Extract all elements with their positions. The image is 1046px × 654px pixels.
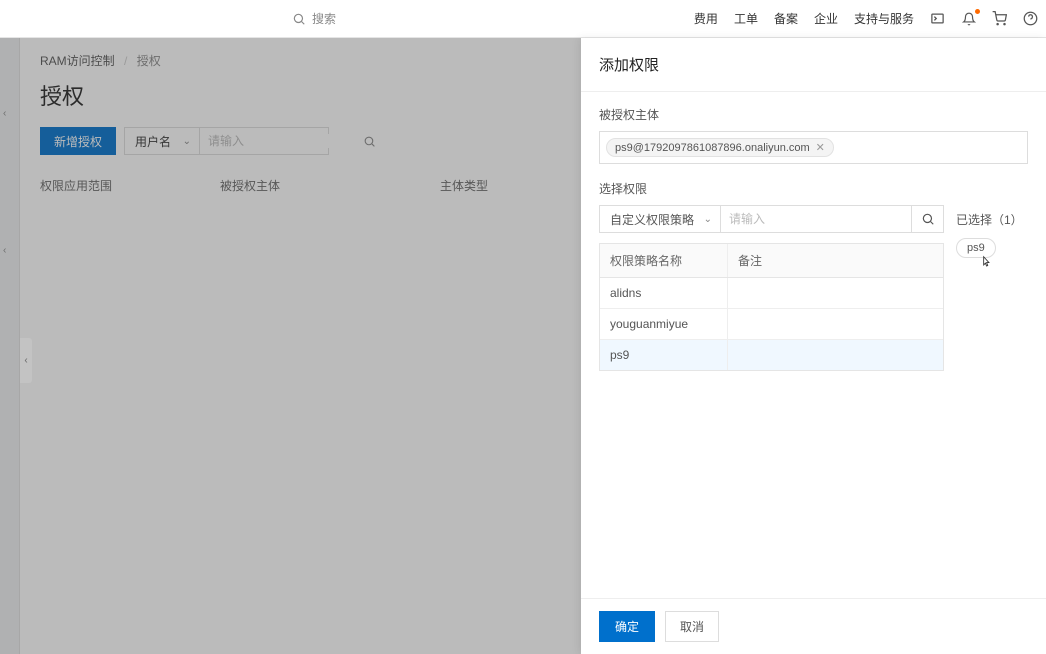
perm-row[interactable]: alidns (600, 278, 943, 309)
principal-input[interactable]: ps9@1792097861087896.onaliyun.com ✕ (599, 131, 1028, 164)
perm-cell-name: youguanmiyue (600, 309, 728, 339)
principal-tag: ps9@1792097861087896.onaliyun.com ✕ (606, 138, 834, 157)
top-nav: 搜索 费用 工单 备案 企业 支持与服务 (0, 0, 1046, 38)
selected-panel: 已选择（1） ps9 (956, 205, 1028, 371)
selected-tag[interactable]: ps9 (956, 238, 996, 258)
nav-support[interactable]: 支持与服务 (854, 10, 914, 27)
close-icon[interactable]: ✕ (816, 141, 825, 154)
nav-beian[interactable]: 备案 (774, 10, 798, 27)
perm-cell-remark (728, 278, 943, 308)
confirm-button[interactable]: 确定 (599, 611, 655, 642)
perm-search-row: 自定义权限策略 ⌄ (599, 205, 944, 233)
drawer-footer: 确定 取消 (581, 598, 1046, 654)
th-policy-name: 权限策略名称 (600, 244, 728, 277)
perm-table-header: 权限策略名称 备注 (600, 244, 943, 278)
cursor-icon (979, 253, 993, 271)
select-perm-label: 选择权限 (599, 180, 1028, 197)
nav-enterprise[interactable]: 企业 (814, 10, 838, 27)
nav-right: 费用 工单 备案 企业 支持与服务 (694, 10, 1038, 27)
cancel-button[interactable]: 取消 (665, 611, 719, 642)
permission-left: 自定义权限策略 ⌄ 权限策略名称 备注 alidns (599, 205, 944, 371)
notification-dot (975, 9, 980, 14)
global-search[interactable]: 搜索 (292, 10, 336, 27)
principal-tag-text: ps9@1792097861087896.onaliyun.com (615, 142, 810, 154)
perm-type-value: 自定义权限策略 (610, 211, 694, 228)
perm-table: 权限策略名称 备注 alidns youguanmiyue ps9 (599, 243, 944, 371)
perm-search-input[interactable] (721, 205, 912, 233)
search-icon (921, 212, 935, 226)
perm-cell-name: alidns (600, 278, 728, 308)
th-remark: 备注 (728, 244, 943, 277)
help-icon[interactable] (1023, 11, 1038, 26)
drawer-handle[interactable]: ‹ (20, 338, 32, 383)
drawer-title: 添加权限 (581, 38, 1046, 92)
drawer-body: 被授权主体 ps9@1792097861087896.onaliyun.com … (581, 92, 1046, 598)
perm-type-select[interactable]: 自定义权限策略 ⌄ (599, 205, 721, 233)
search-icon (292, 12, 306, 26)
chevron-down-icon: ⌄ (704, 214, 712, 225)
bell-icon[interactable] (961, 11, 976, 26)
perm-cell-remark (728, 309, 943, 339)
perm-cell-remark (728, 340, 943, 370)
perm-row[interactable]: ps9 (600, 340, 943, 370)
cart-icon[interactable] (992, 11, 1007, 26)
permission-area: 自定义权限策略 ⌄ 权限策略名称 备注 alidns (599, 205, 1028, 371)
selected-count-label: 已选择（1） (956, 205, 1028, 228)
nav-fee[interactable]: 费用 (694, 10, 718, 27)
add-permission-drawer: 添加权限 被授权主体 ps9@1792097861087896.onaliyun… (581, 38, 1046, 654)
perm-search-button[interactable] (912, 205, 944, 233)
perm-row[interactable]: youguanmiyue (600, 309, 943, 340)
terminal-icon[interactable] (930, 11, 945, 26)
principal-label: 被授权主体 (599, 106, 1028, 123)
global-search-placeholder: 搜索 (312, 10, 336, 27)
nav-ticket[interactable]: 工单 (734, 10, 758, 27)
perm-cell-name: ps9 (600, 340, 728, 370)
